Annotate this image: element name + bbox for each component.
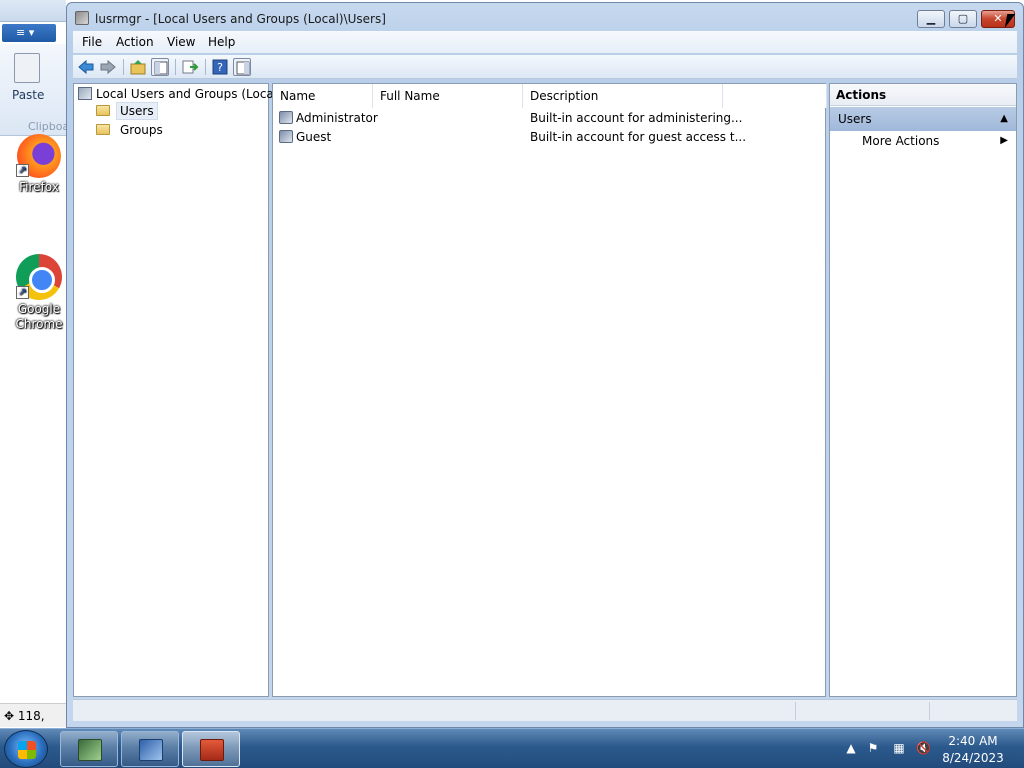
title-bar[interactable]: lusrmgr - [Local Users and Groups (Local… — [67, 3, 1023, 31]
actions-pane: Actions Users ▲ More Actions ▶ — [829, 83, 1017, 697]
start-button[interactable] — [4, 730, 48, 768]
desktop-icon-firefox[interactable]: ↗ Firefox — [14, 134, 64, 195]
column-header-empty — [723, 84, 827, 108]
computer-keyboard-icon — [139, 739, 163, 761]
taskbar-app-paint[interactable] — [60, 731, 118, 767]
paste-label[interactable]: Paste — [12, 88, 44, 102]
taskbar: ▲ ⚑ ▦ 🔇 2:40 AM 8/24/2023 — [0, 728, 1024, 768]
shortcut-arrow-icon: ↗ — [16, 164, 29, 177]
minimize-button[interactable]: ▁ — [917, 10, 945, 28]
toolbox-icon — [200, 739, 224, 761]
maximize-button[interactable]: ▢ — [949, 10, 977, 28]
toolbar: ? — [73, 55, 1017, 79]
clock[interactable]: 2:40 AM 8/24/2023 — [940, 733, 1006, 767]
help-icon[interactable]: ? — [211, 58, 229, 76]
windows-logo-icon — [18, 741, 36, 759]
volume-muted-icon[interactable]: 🔇 — [916, 741, 931, 755]
column-header-description[interactable]: Description — [523, 84, 723, 108]
actions-section-label: Users — [838, 112, 872, 126]
user-description: Built-in account for guest access t... — [530, 130, 747, 144]
user-name: Administrator — [296, 111, 378, 125]
menu-file[interactable]: File — [82, 35, 102, 49]
up-folder-icon[interactable] — [129, 58, 147, 76]
action-center-flag-icon[interactable]: ⚑ — [866, 741, 880, 755]
svg-text:?: ? — [217, 61, 223, 74]
submenu-arrow-icon: ▶ — [1000, 135, 1008, 146]
menu-bar: File Action View Help — [73, 31, 1017, 53]
window-title: lusrmgr - [Local Users and Groups (Local… — [95, 12, 386, 26]
tree-item-users[interactable]: Users — [96, 102, 158, 120]
column-header-name[interactable]: Name — [273, 84, 373, 108]
collapse-up-icon[interactable]: ▲ — [1000, 107, 1008, 131]
toolbar-separator — [175, 59, 176, 75]
tree-item-label: Groups — [120, 123, 163, 137]
user-description: Built-in account for administering... — [530, 111, 743, 125]
tree-item-label: Users — [116, 102, 158, 120]
back-arrow-icon[interactable] — [77, 58, 95, 76]
desktop-icon-label: Firefox — [19, 180, 59, 194]
actions-section-users[interactable]: Users ▲ — [830, 107, 1016, 131]
show-hidden-icons-arrow[interactable]: ▲ — [844, 741, 858, 755]
computer-users-icon — [78, 87, 92, 100]
user-name: Guest — [296, 130, 332, 144]
folder-icon — [96, 124, 110, 135]
toolbar-separator — [205, 59, 206, 75]
export-list-icon[interactable] — [181, 58, 199, 76]
status-bar — [73, 699, 1017, 721]
column-header-full-name[interactable]: Full Name — [373, 84, 523, 108]
table-row[interactable]: Guest — [279, 130, 331, 144]
status-divider — [795, 702, 796, 720]
users-app-icon — [75, 11, 89, 25]
menu-view[interactable]: View — [167, 35, 195, 49]
show-hide-action-pane-icon[interactable] — [233, 58, 251, 76]
paste-icon[interactable] — [14, 53, 40, 83]
taskbar-app-lusrmgr[interactable] — [182, 731, 240, 767]
folder-icon — [96, 105, 110, 116]
clock-time: 2:40 AM — [948, 734, 998, 748]
menu-action[interactable]: Action — [116, 35, 154, 49]
list-pane: Name Full Name Description Administrator… — [272, 83, 827, 697]
forward-arrow-icon[interactable] — [99, 58, 117, 76]
status-divider — [929, 702, 930, 720]
clipboard-group-label: Clipboa — [28, 120, 70, 133]
menu-help[interactable]: Help — [208, 35, 235, 49]
system-monitor-icon — [78, 739, 102, 761]
clock-date: 8/24/2023 — [942, 751, 1004, 765]
tree-root-label: Local Users and Groups (Local) — [96, 87, 282, 101]
actions-header: Actions — [830, 84, 1016, 106]
shortcut-arrow-icon: ↗ — [16, 286, 29, 299]
table-row[interactable]: Administrator — [279, 111, 378, 125]
toolbar-separator — [123, 59, 124, 75]
paint-app-menu-button[interactable]: ≡ ▾ — [2, 24, 56, 42]
background-app-titlebar — [0, 0, 66, 22]
user-account-disabled-icon — [279, 130, 293, 143]
network-icon[interactable]: ▦ — [892, 741, 906, 755]
tree-pane: Local Users and Groups (Local) Users Gro… — [73, 83, 282, 697]
tree-item-groups[interactable]: Groups — [96, 123, 163, 137]
tree-root[interactable]: Local Users and Groups (Local) — [78, 87, 282, 101]
show-hide-tree-icon[interactable] — [151, 58, 169, 76]
more-actions-label: More Actions — [862, 134, 940, 148]
lusrmgr-window: lusrmgr - [Local Users and Groups (Local… — [66, 2, 1024, 728]
taskbar-app-computer[interactable] — [121, 731, 179, 767]
desktop-icon-chrome[interactable]: ↗ Google Chrome — [14, 254, 64, 332]
paint-status-coords: ✥ 118, 236 — [0, 703, 66, 747]
user-account-icon — [279, 111, 293, 124]
more-actions-item[interactable]: More Actions — [862, 134, 939, 148]
desktop-icon-label: Google Chrome — [15, 302, 63, 331]
